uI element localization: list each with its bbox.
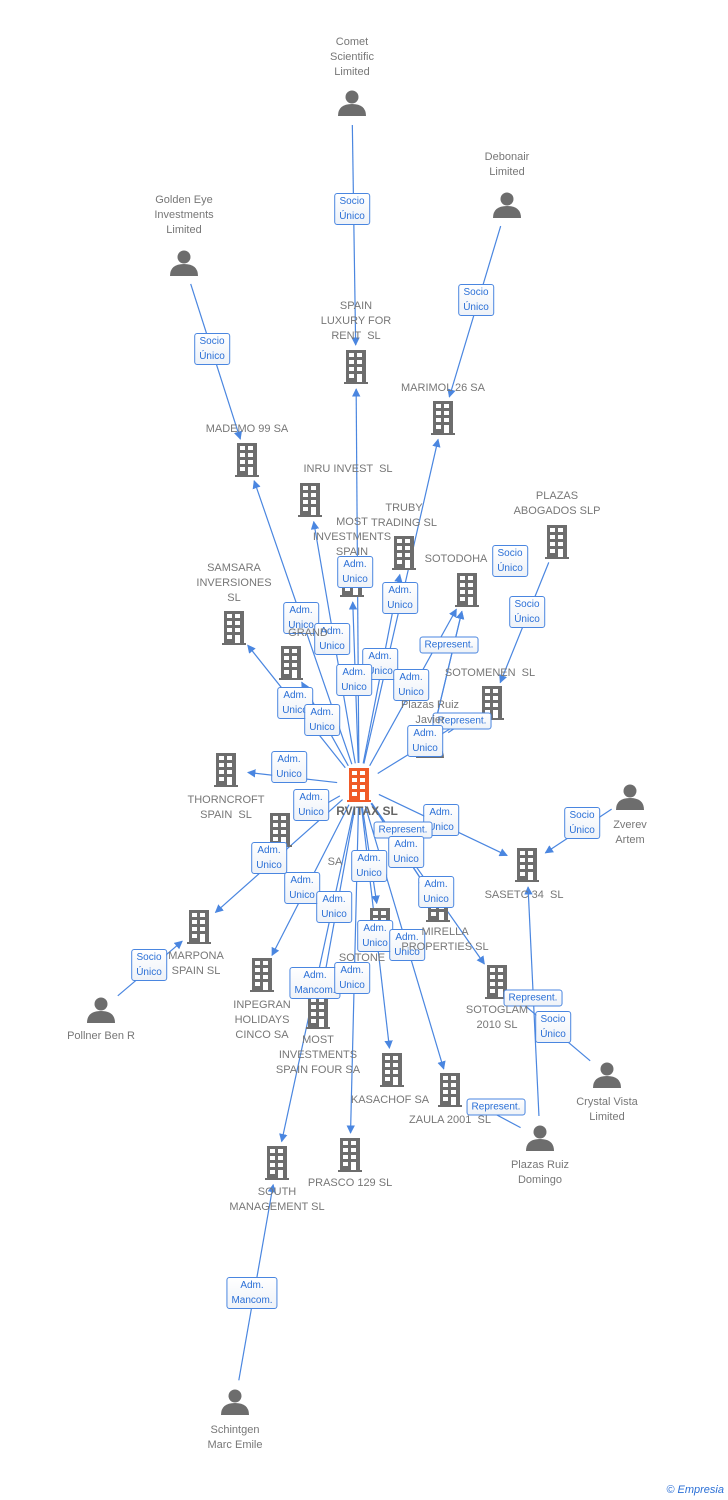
company-icon[interactable] xyxy=(338,1138,362,1172)
node-label[interactable]: Plazas Ruiz Javier xyxy=(401,698,459,728)
company-icon[interactable] xyxy=(306,995,330,1029)
company-icon[interactable] xyxy=(250,958,274,992)
node-label[interactable]: MIRELLA PROPERTIES SL xyxy=(401,925,488,955)
relation-label[interactable]: Adm. Unico xyxy=(418,876,454,908)
person-icon[interactable] xyxy=(170,250,198,277)
person-icon[interactable] xyxy=(493,192,521,219)
company-icon[interactable] xyxy=(380,1053,404,1087)
node-label[interactable]: Golden Eye Investments Limited xyxy=(154,193,213,238)
node-label[interactable]: SOTOMENEN SL xyxy=(445,666,535,681)
relation-label[interactable]: Socio Único xyxy=(492,545,528,577)
relation-label[interactable]: Adm. Unico xyxy=(293,789,329,821)
node-label[interactable]: KASACHOF SA xyxy=(351,1093,429,1108)
company-icon[interactable] xyxy=(515,848,539,882)
relation-label[interactable]: Adm. Unico xyxy=(304,704,340,736)
relation-label[interactable]: Adm. Unico xyxy=(357,920,393,952)
node-label[interactable]: SOTODOHA xyxy=(425,552,488,567)
company-icon[interactable] xyxy=(455,573,479,607)
relation-label[interactable]: Adm. Unico xyxy=(284,872,320,904)
relation-label[interactable]: Socio Único xyxy=(458,284,494,316)
person-icon[interactable] xyxy=(87,997,115,1024)
relation-label[interactable]: Adm. Mancom. xyxy=(289,967,341,999)
relation-label[interactable]: Socio Único xyxy=(334,193,370,225)
node-label[interactable]: SOTONE xyxy=(339,951,385,966)
person-icon[interactable] xyxy=(338,90,366,117)
node-label[interactable]: SASETC 34 SL xyxy=(485,888,564,903)
person-icon[interactable] xyxy=(221,1389,249,1416)
person-icon[interactable] xyxy=(616,784,644,811)
node-label[interactable]: MOST INVESTMENTS SPAIN FOUR SA xyxy=(276,1033,360,1078)
person-icon[interactable] xyxy=(526,1125,554,1152)
relation-label[interactable]: Adm. Unico xyxy=(337,556,373,588)
person-icon[interactable] xyxy=(593,1062,621,1089)
relation-label[interactable]: Socio Único xyxy=(194,333,230,365)
node-label[interactable]: THORNCROFT SPAIN SL xyxy=(188,793,265,823)
node-label[interactable]: INRU INVEST SL xyxy=(303,462,392,477)
company-icon[interactable] xyxy=(545,525,569,559)
node-label[interactable]: MADEMO 99 SA xyxy=(206,422,289,437)
company-icon[interactable] xyxy=(279,646,303,680)
node-label[interactable]: Crystal Vista Limited xyxy=(576,1095,638,1125)
relation-label[interactable]: Socio Único xyxy=(535,1011,571,1043)
node-label[interactable]: SOTOGLAM 2010 SL xyxy=(466,1003,528,1033)
relation-label[interactable]: Adm. Unico xyxy=(271,751,307,783)
relation-label[interactable]: Socio Único xyxy=(564,807,600,839)
relation-label[interactable]: Adm. Unico xyxy=(393,669,429,701)
node-label[interactable]: ZAULA 2001 SL xyxy=(409,1113,491,1128)
node-label[interactable]: GRAND xyxy=(288,626,328,641)
node-label[interactable]: PLAZAS ABOGADOS SLP xyxy=(514,489,601,519)
center-company-label[interactable]: RVITAX SL xyxy=(336,804,398,819)
company-icon[interactable] xyxy=(298,483,322,517)
copyright-symbol: © xyxy=(666,1484,675,1496)
company-icon[interactable] xyxy=(344,350,368,384)
company-icon[interactable] xyxy=(438,1073,462,1107)
network-graph xyxy=(87,90,644,1416)
node-label[interactable]: TRUBY TRADING SL xyxy=(371,501,437,531)
relation-label[interactable]: Represent. xyxy=(419,636,479,654)
node-label[interactable]: Comet Scientific Limited xyxy=(330,35,374,80)
company-icon[interactable] xyxy=(265,1146,289,1180)
node-label[interactable]: SA xyxy=(328,855,343,870)
center-company-icon[interactable] xyxy=(347,768,371,802)
node-label[interactable]: SPAIN LUXURY FOR RENT SL xyxy=(321,299,392,344)
relation-label[interactable]: Adm. Unico xyxy=(388,836,424,868)
brand-name: Empresia xyxy=(677,1484,724,1496)
node-label[interactable]: SOUTH MANAGEMENT SL xyxy=(229,1185,324,1215)
relation-label[interactable]: Adm. Unico xyxy=(251,842,287,874)
relation-label[interactable]: Adm. Unico xyxy=(407,725,443,757)
relation-label[interactable]: Adm. Mancom. xyxy=(226,1277,278,1309)
relation-label[interactable]: Adm. Unico xyxy=(334,962,370,994)
company-icon[interactable] xyxy=(222,611,246,645)
company-icon[interactable] xyxy=(187,910,211,944)
relation-label[interactable]: Adm. Unico xyxy=(351,850,387,882)
footer-brand: © Empresia xyxy=(666,1484,724,1496)
node-label[interactable]: MARIMOL 26 SA xyxy=(401,381,485,396)
relation-label[interactable]: Adm. Unico xyxy=(382,582,418,614)
node-label[interactable]: Debonair Limited xyxy=(485,150,530,180)
relation-label[interactable]: Adm. Unico xyxy=(316,891,352,923)
node-label[interactable]: MARPONA SPAIN SL xyxy=(168,949,224,979)
relation-label[interactable]: Socio Único xyxy=(131,949,167,981)
company-icon[interactable] xyxy=(214,753,238,787)
node-label[interactable]: Zverev Artem xyxy=(613,818,647,848)
node-label[interactable]: SAMSARA INVERSIONES SL xyxy=(196,561,271,606)
node-label[interactable]: Schintgen Marc Emile xyxy=(207,1423,262,1453)
relation-label[interactable]: Adm. Unico xyxy=(336,664,372,696)
relation-label[interactable]: Socio Único xyxy=(509,596,545,628)
company-icon[interactable] xyxy=(431,401,455,435)
node-label[interactable]: Plazas Ruiz Domingo xyxy=(511,1158,569,1188)
company-icon[interactable] xyxy=(392,536,416,570)
node-label[interactable]: Pollner Ben R xyxy=(67,1029,135,1044)
company-icon[interactable] xyxy=(235,443,259,477)
